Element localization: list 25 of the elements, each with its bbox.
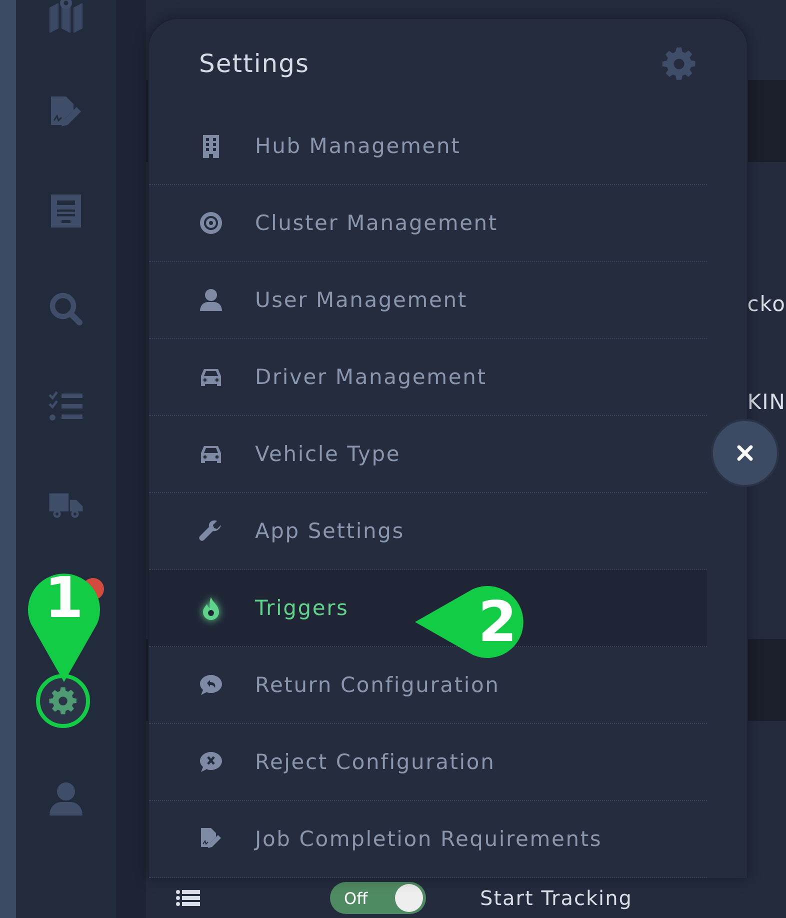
- user-icon: [199, 288, 223, 312]
- menu-item[interactable]: User Management: [149, 262, 707, 339]
- list-icon: [176, 889, 200, 907]
- chat-bubble-icon: [199, 673, 223, 697]
- menu-item[interactable]: Cluster Management: [149, 185, 707, 262]
- user-icon: [48, 781, 84, 817]
- text-fragment: cko: [747, 292, 786, 316]
- text-fragment: KIN: [747, 390, 786, 414]
- wrench-icon: [199, 519, 223, 543]
- chat-bubble-icon: [199, 750, 223, 774]
- tracking-label: Start Tracking: [480, 886, 632, 910]
- menu-item[interactable]: Hub Management: [149, 108, 707, 185]
- menu-item[interactable]: Reject Configuration: [149, 724, 707, 801]
- menu-item[interactable]: Vehicle Type: [149, 416, 707, 493]
- settings-button[interactable]: [36, 674, 90, 728]
- menu-item[interactable]: Driver Management: [149, 339, 707, 416]
- menu-item[interactable]: Job Completion Requirements: [149, 801, 707, 878]
- settings-icon: [48, 686, 78, 716]
- search-icon: [48, 291, 84, 327]
- signature-document-icon: [199, 827, 223, 851]
- settings-icon: [661, 46, 697, 82]
- toggle-switch[interactable]: Off: [330, 882, 426, 914]
- close-icon: [735, 443, 755, 463]
- menu-title: Settings: [199, 49, 310, 78]
- document-icon: [48, 193, 84, 229]
